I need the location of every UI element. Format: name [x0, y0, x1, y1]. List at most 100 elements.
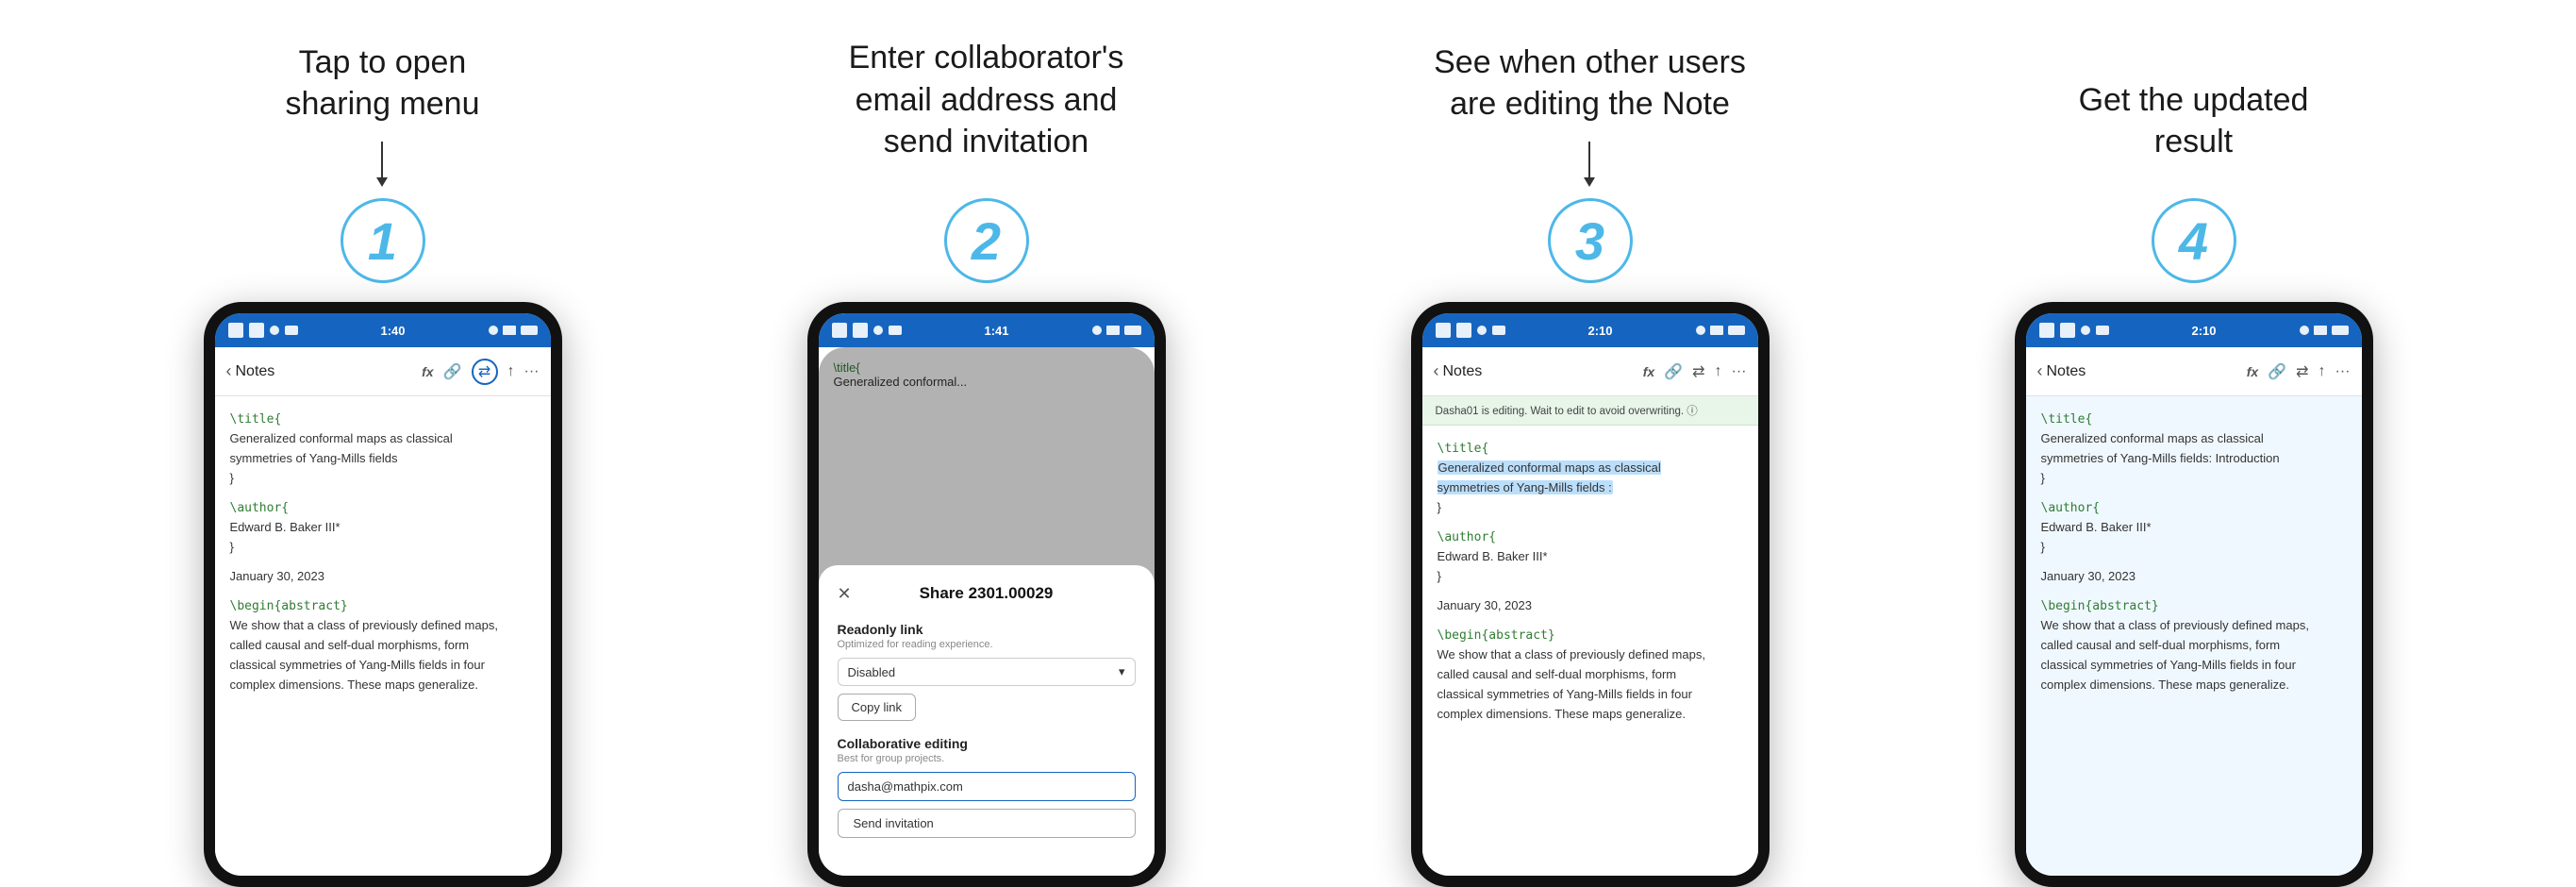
note-block-1-4: \begin{abstract} We show that a class of…: [230, 596, 536, 695]
note-block-3-2: \author{ Edward B. Baker III* }: [1438, 527, 1743, 587]
share-collab-section: Collaborative editing Best for group pro…: [838, 736, 1136, 838]
status-icon-3: [270, 326, 279, 335]
note-block-3-4: \begin{abstract} We show that a class of…: [1438, 626, 1743, 725]
step-1-screen: 1:40 ‹ Notes fx 🔗: [215, 313, 551, 876]
status-icons-right-4: [2300, 326, 2349, 335]
share-panel: ✕ Share 2301.00029 Readonly link Optimiz…: [819, 565, 1155, 876]
note-block-1-2: \author{ Edward B. Baker III* }: [230, 498, 536, 558]
link-icon-1[interactable]: 🔗: [443, 362, 462, 381]
note-block-4-4: \begin{abstract} We show that a class of…: [2041, 596, 2347, 695]
note-abstract-1: \begin{abstract}: [230, 599, 348, 613]
share-readonly-sub: Optimized for reading experience.: [838, 639, 1136, 650]
share-select-dropdown[interactable]: Disabled ▾: [838, 658, 1136, 686]
email-input[interactable]: [838, 772, 1136, 801]
status-wifi-1: [503, 326, 516, 335]
step-3-toolbar-title: Notes: [1443, 363, 1483, 380]
step-3-phone: 2:10 ‹ Notes fx 🔗: [1411, 302, 1770, 887]
link-icon-4[interactable]: 🔗: [2268, 362, 2286, 381]
upload-icon-3[interactable]: ↑: [1715, 363, 1722, 380]
step-2-header: Enter collaborator's email address and s…: [849, 28, 1124, 179]
more-icon-1[interactable]: ···: [524, 363, 540, 380]
share-icon-1[interactable]: ⇄: [472, 359, 498, 385]
share-select-row: Disabled ▾: [838, 658, 1136, 686]
note-date-4: January 30, 2023: [2041, 569, 2136, 583]
step-1-title: Tap to open sharing menu: [285, 42, 479, 125]
status-icon-4-4: [2096, 326, 2109, 335]
step-1-toolbar-actions: fx 🔗 ⇄ ↑ ···: [422, 359, 539, 385]
upload-icon-1[interactable]: ↑: [507, 363, 515, 380]
more-icon-3[interactable]: ···: [1732, 363, 1747, 380]
step-3-arrow: [1588, 142, 1590, 179]
note-block-4-1: \title{ Generalized conformal maps as cl…: [2041, 410, 2347, 489]
status-icon-3-2: [1456, 323, 1471, 338]
note-close-3-1: }: [1438, 500, 1441, 514]
note-text-3-2: Edward B. Baker III*: [1438, 549, 1548, 563]
step-4-toolbar-actions: fx 🔗 ⇄ ↑ ···: [2247, 362, 2351, 381]
status-icon-4-3: [2081, 326, 2090, 335]
step-3-back[interactable]: ‹ Notes: [1434, 361, 1483, 381]
share-close-icon[interactable]: ✕: [838, 584, 852, 604]
formula-icon-1[interactable]: fx: [422, 364, 433, 379]
step-3-title: See when other users are editing the Not…: [1434, 42, 1746, 125]
status-icon-2-2: [853, 323, 868, 338]
step-1-status-bar: 1:40: [215, 313, 551, 347]
more-icon-4[interactable]: ···: [2335, 363, 2351, 380]
step-4-title: Get the updated result: [2079, 79, 2309, 162]
status-icon-2-1: [832, 323, 847, 338]
step-3-screen: 2:10 ‹ Notes fx 🔗: [1422, 313, 1758, 876]
step-3-note-content: \title{ Generalized conformal maps as cl…: [1422, 426, 1758, 876]
upload-icon-4[interactable]: ↑: [2318, 363, 2326, 380]
status-icons-left: [228, 323, 298, 338]
formula-icon-4[interactable]: fx: [2247, 364, 2258, 379]
editing-notice: Dasha01 is editing. Wait to edit to avoi…: [1422, 396, 1758, 426]
step-4-screen: 2:10 ‹ Notes fx 🔗: [2026, 313, 2362, 876]
share-readonly-title: Readonly link: [838, 622, 1136, 637]
step-4-container: Get the updated result 4 2:10: [1920, 28, 2468, 887]
status-icon-2-4: [889, 326, 902, 335]
status-signal-4: [2300, 326, 2309, 335]
back-arrow-icon-1: ‹: [226, 361, 232, 381]
share-icon-4[interactable]: ⇄: [2296, 362, 2308, 381]
editing-notice-text: Dasha01 is editing. Wait to edit to avoi…: [1436, 403, 1698, 418]
share-select-value: Disabled: [848, 665, 896, 679]
step-1-back[interactable]: ‹ Notes: [226, 361, 275, 381]
step-3-status-bar: 2:10: [1422, 313, 1758, 347]
status-icons-left-4: [2039, 323, 2109, 338]
step-4-phone: 2:10 ‹ Notes fx 🔗: [2015, 302, 2373, 887]
status-icons-left-3: [1436, 323, 1505, 338]
link-icon-3[interactable]: 🔗: [1664, 362, 1683, 381]
step-4-header: Get the updated result: [2079, 28, 2309, 179]
step-2-number: 2: [944, 198, 1029, 283]
status-battery-3: [1728, 326, 1745, 335]
note-abstract-text-3: We show that a class of previously defin…: [1438, 647, 1705, 721]
note-abstract-text-4: We show that a class of previously defin…: [2041, 618, 2309, 692]
step-1-phone: 1:40 ‹ Notes fx 🔗: [204, 302, 562, 887]
step-1-header: Tap to open sharing menu: [285, 28, 479, 179]
status-icon-1: [228, 323, 243, 338]
status-signal-1: [489, 326, 498, 335]
formula-icon-3[interactable]: fx: [1643, 364, 1654, 379]
share-collab-title: Collaborative editing: [838, 736, 1136, 751]
step-2-phone: 1:41 \title{ Generalized conformal...: [807, 302, 1166, 887]
status-icon-3-4: [1492, 326, 1505, 335]
note-text-4-2: Edward B. Baker III*: [2041, 520, 2152, 534]
step-1-container: Tap to open sharing menu 1 1:40: [109, 28, 656, 887]
note-text-3-1: Generalized conformal maps as classicals…: [1438, 460, 1661, 494]
step-4-back[interactable]: ‹ Notes: [2037, 361, 2086, 381]
status-icon-3-1: [1436, 323, 1451, 338]
status-battery-2: [1124, 326, 1141, 335]
send-invitation-button[interactable]: Send invitation: [838, 809, 1136, 838]
status-wifi-4: [2314, 326, 2327, 335]
status-icon-2: [249, 323, 264, 338]
share-header: ✕ Share 2301.00029: [838, 584, 1136, 603]
note-text-2: Edward B. Baker III*: [230, 520, 341, 534]
note-close-3-2: }: [1438, 569, 1441, 583]
status-icons-right-2: [1092, 326, 1141, 335]
step-4-note-content: \title{ Generalized conformal maps as cl…: [2026, 396, 2362, 876]
step-2-status-bar: 1:41: [819, 313, 1155, 347]
note-abstract-3: \begin{abstract}: [1438, 628, 1555, 643]
status-icon-4-2: [2060, 323, 2075, 338]
share-icon-3[interactable]: ⇄: [1692, 362, 1704, 381]
copy-link-button[interactable]: Copy link: [838, 694, 916, 721]
step-2-screen: 1:41 \title{ Generalized conformal...: [819, 313, 1155, 876]
